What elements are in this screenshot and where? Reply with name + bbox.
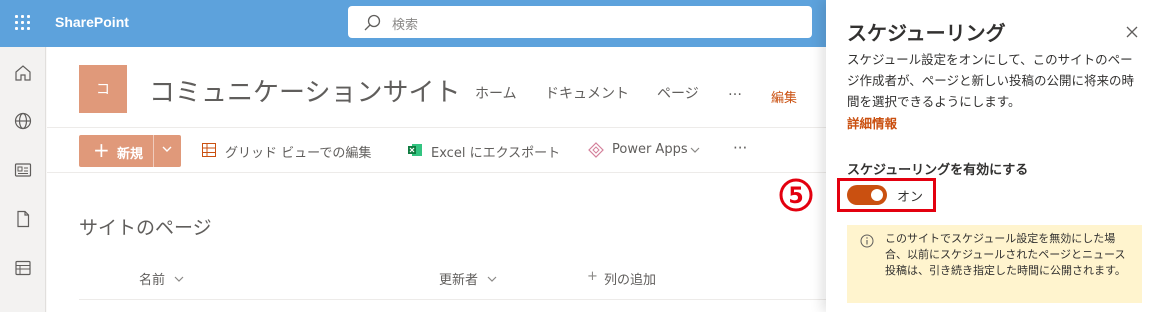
globe-icon[interactable] xyxy=(13,111,33,131)
power-apps-icon xyxy=(588,142,604,158)
search-input[interactable]: 検索 xyxy=(392,14,418,33)
info-message: このサイトでスケジュール設定を無効にした場合、以前にスケジュールされたページとニ… xyxy=(847,225,1142,303)
document-icon[interactable] xyxy=(13,209,33,229)
command-bar: + 新規 グリッド ビューでの編集 Excel にエクスポート Power Ap… xyxy=(47,127,826,173)
nav-documents[interactable]: ドキュメント xyxy=(545,83,629,103)
main-content: コ コミュニケーションサイト ホーム ドキュメント ページ … 編集 + 新規 … xyxy=(47,47,826,312)
page-heading: サイトのページ xyxy=(79,217,212,239)
chevron-down-icon[interactable] xyxy=(486,273,498,285)
site-title[interactable]: コミュニケーションサイト xyxy=(149,72,460,109)
panel-description: スケジュール設定をオンにして、このサイトのページ作成者が、ページと新しい投稿の公… xyxy=(847,52,1135,109)
excel-icon xyxy=(408,144,422,156)
step-number: 5 xyxy=(788,184,803,209)
plus-icon: + xyxy=(93,138,110,162)
suite-bar: SharePoint 検索 xyxy=(0,0,826,47)
nav-pages[interactable]: ページ xyxy=(657,83,699,103)
learn-more-link[interactable]: 詳細情報 xyxy=(847,113,897,132)
chevron-down-icon[interactable] xyxy=(161,143,173,155)
grid-edit-button[interactable]: グリッド ビューでの編集 xyxy=(225,142,371,161)
close-icon[interactable] xyxy=(1124,24,1140,40)
scheduling-panel: スケジューリング スケジュール設定をオンにして、このサイトのページ作成者が、ペー… xyxy=(826,0,1162,312)
column-header-name[interactable]: 名前 xyxy=(139,269,165,288)
scheduling-toggle-label: スケジューリングを有効にする xyxy=(847,163,1029,178)
app-name[interactable]: SharePoint xyxy=(55,14,129,30)
column-header-modified-by[interactable]: 更新者 xyxy=(439,269,478,288)
step-number-badge: 5 xyxy=(779,178,813,212)
add-column-button[interactable]: 列の追加 xyxy=(604,269,656,288)
app-bar xyxy=(0,47,46,312)
home-icon[interactable] xyxy=(13,63,33,83)
search-box[interactable]: 検索 xyxy=(348,6,812,38)
site-logo[interactable]: コ xyxy=(79,65,127,113)
scheduling-toggle[interactable] xyxy=(847,185,887,205)
toggle-state-label: オン xyxy=(897,190,924,205)
toggle-knob xyxy=(871,189,883,201)
list-divider xyxy=(79,299,826,300)
plus-icon: + xyxy=(587,269,598,284)
more-commands-button[interactable]: ··· xyxy=(733,139,747,157)
new-button[interactable]: + 新規 xyxy=(79,135,181,167)
new-button-label: 新規 xyxy=(117,147,144,162)
nav-more[interactable]: … xyxy=(728,83,742,99)
panel-title: スケジューリング xyxy=(847,21,1006,45)
lists-icon[interactable] xyxy=(13,258,33,278)
app-launcher-icon[interactable] xyxy=(15,15,31,31)
news-icon[interactable] xyxy=(13,160,33,180)
info-message-text: このサイトでスケジュール設定を無効にした場合、以前にスケジュールされたページとニ… xyxy=(885,232,1126,277)
info-icon xyxy=(860,234,874,248)
chevron-down-icon[interactable] xyxy=(689,144,701,156)
nav-edit-link[interactable]: 編集 xyxy=(771,87,797,106)
export-excel-button[interactable]: Excel にエクスポート xyxy=(431,142,560,161)
nav-home[interactable]: ホーム xyxy=(475,83,517,103)
chevron-down-icon[interactable] xyxy=(173,273,185,285)
new-button-divider xyxy=(153,135,154,167)
power-apps-button[interactable]: Power Apps xyxy=(612,142,688,157)
search-icon xyxy=(364,14,381,31)
grid-icon xyxy=(202,143,216,157)
